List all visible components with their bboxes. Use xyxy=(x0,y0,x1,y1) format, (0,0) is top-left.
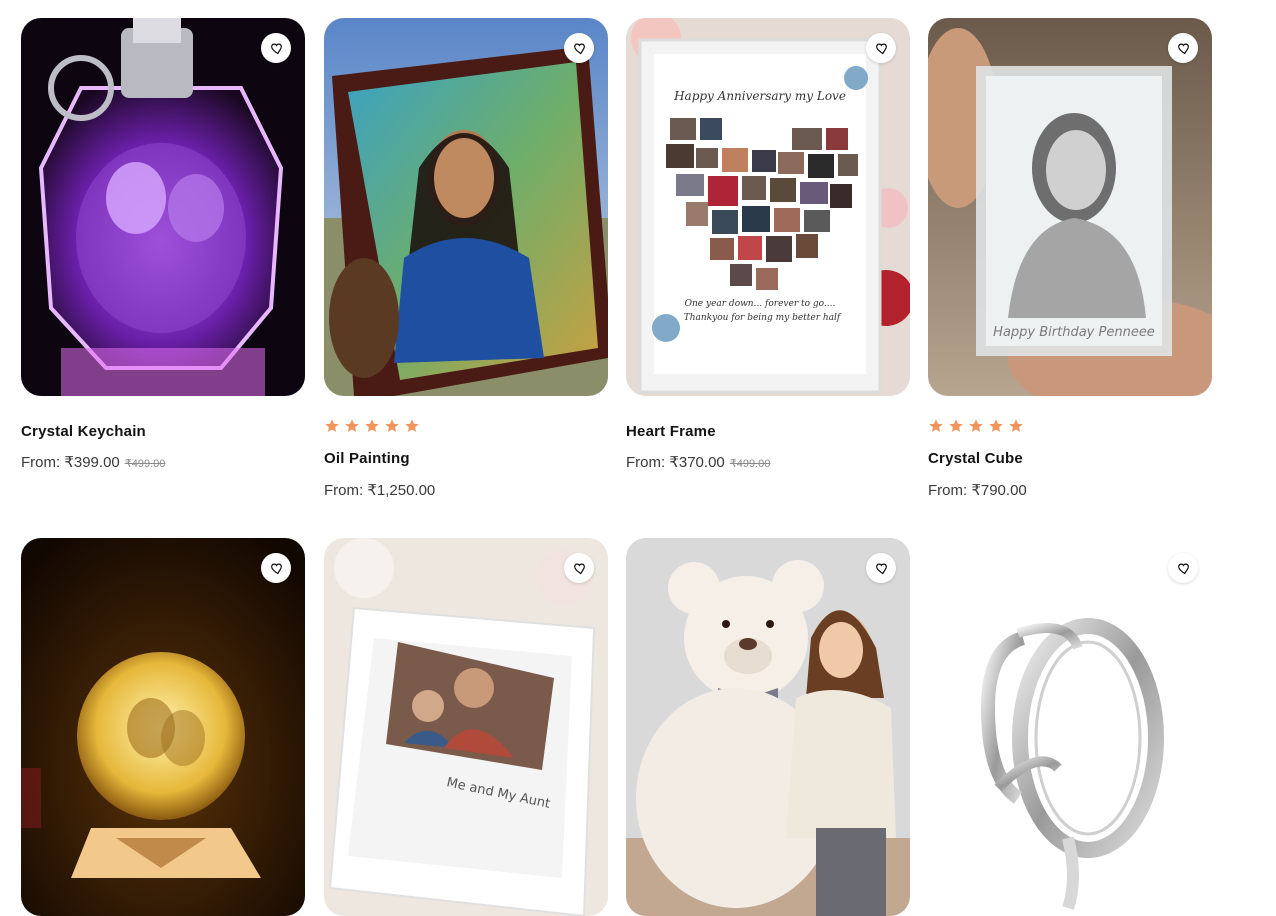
product-image[interactable] xyxy=(21,538,305,916)
product-image[interactable] xyxy=(626,538,910,916)
frame-footer-text-1: One year down... forever to go.... xyxy=(685,299,836,309)
heart-outline-icon xyxy=(573,42,585,54)
product-image[interactable] xyxy=(928,538,1212,916)
rating-stars xyxy=(324,418,420,434)
product-title[interactable]: Crystal Cube xyxy=(928,450,1023,467)
heart-frame-image: Happy Anniversary my Love One year down.… xyxy=(626,18,910,396)
star-icon xyxy=(385,419,399,432)
crystal-cube-image: Happy Birthday Penneee xyxy=(928,18,1212,396)
star-icon xyxy=(325,419,339,432)
product-card[interactable]: Me and My Aunt xyxy=(324,538,608,916)
current-price: From: ₹790.00 xyxy=(928,482,1027,499)
wishlist-button[interactable] xyxy=(1168,553,1198,583)
oil-painting-image xyxy=(324,18,608,396)
frame-footer-text-2: Thankyou for being my better half xyxy=(684,313,842,323)
hug-ring-image xyxy=(928,538,1212,916)
product-image[interactable]: Happy Anniversary my Love One year down.… xyxy=(626,18,910,396)
current-price: From: ₹370.00 xyxy=(626,454,725,471)
old-price: ₹499.00 xyxy=(124,458,166,470)
product-card[interactable] xyxy=(21,538,305,916)
wishlist-button[interactable] xyxy=(564,33,594,63)
crystal-keychain-image xyxy=(21,18,305,396)
star-icon xyxy=(1009,419,1023,432)
star-icon xyxy=(405,419,419,432)
product-card[interactable]: Happy Birthday Penneee Crystal Cube From… xyxy=(928,18,1212,499)
product-price: From: ₹370.00 ₹499.00 xyxy=(626,453,770,471)
star-icon xyxy=(929,419,943,432)
heart-outline-icon xyxy=(573,562,585,574)
product-card[interactable]: Oil Painting From: ₹1,250.00 xyxy=(324,18,608,499)
product-image[interactable]: Me and My Aunt xyxy=(324,538,608,916)
product-title[interactable]: Heart Frame xyxy=(626,423,716,440)
current-price: From: ₹1,250.00 xyxy=(324,482,436,499)
wishlist-button[interactable] xyxy=(564,553,594,583)
rating-stars xyxy=(928,418,1024,434)
product-price: From: ₹1,250.00 xyxy=(324,481,435,499)
star-icon xyxy=(989,419,1003,432)
heart-outline-icon xyxy=(1177,42,1189,54)
heart-outline-icon xyxy=(270,42,282,54)
product-title[interactable]: Oil Painting xyxy=(324,450,410,467)
wishlist-button[interactable] xyxy=(866,33,896,63)
star-icon xyxy=(345,419,359,432)
old-price: ₹499.00 xyxy=(729,458,771,470)
product-grid: Crystal Keychain From: ₹399.00 ₹499.00 O… xyxy=(0,0,1276,916)
current-price: From: ₹399.00 xyxy=(21,454,120,471)
moon-lamp-image xyxy=(21,538,305,916)
product-card[interactable] xyxy=(928,538,1212,916)
wishlist-button[interactable] xyxy=(261,33,291,63)
star-icon xyxy=(949,419,963,432)
product-card[interactable]: Happy Anniversary my Love One year down.… xyxy=(626,18,910,471)
product-price: From: ₹399.00 ₹499.00 xyxy=(21,453,165,471)
product-image[interactable]: Happy Birthday Penneee xyxy=(928,18,1212,396)
heart-outline-icon xyxy=(875,42,887,54)
photo-frame-image: Me and My Aunt xyxy=(324,538,608,916)
star-icon xyxy=(969,419,983,432)
product-image[interactable] xyxy=(21,18,305,396)
wishlist-button[interactable] xyxy=(1168,33,1198,63)
heart-outline-icon xyxy=(875,562,887,574)
product-price: From: ₹790.00 xyxy=(928,481,1027,499)
product-card[interactable]: Crystal Keychain From: ₹399.00 ₹499.00 xyxy=(21,18,305,471)
product-title[interactable]: Crystal Keychain xyxy=(21,423,146,440)
cube-caption-text: Happy Birthday Penneee xyxy=(993,325,1155,340)
heart-outline-icon xyxy=(270,562,282,574)
heart-outline-icon xyxy=(1177,562,1189,574)
wishlist-button[interactable] xyxy=(261,553,291,583)
frame-header-text: Happy Anniversary my Love xyxy=(673,89,846,103)
product-card[interactable] xyxy=(626,538,910,916)
product-image[interactable] xyxy=(324,18,608,396)
star-icon xyxy=(365,419,379,432)
wishlist-button[interactable] xyxy=(866,553,896,583)
teddy-bear-image xyxy=(626,538,910,916)
